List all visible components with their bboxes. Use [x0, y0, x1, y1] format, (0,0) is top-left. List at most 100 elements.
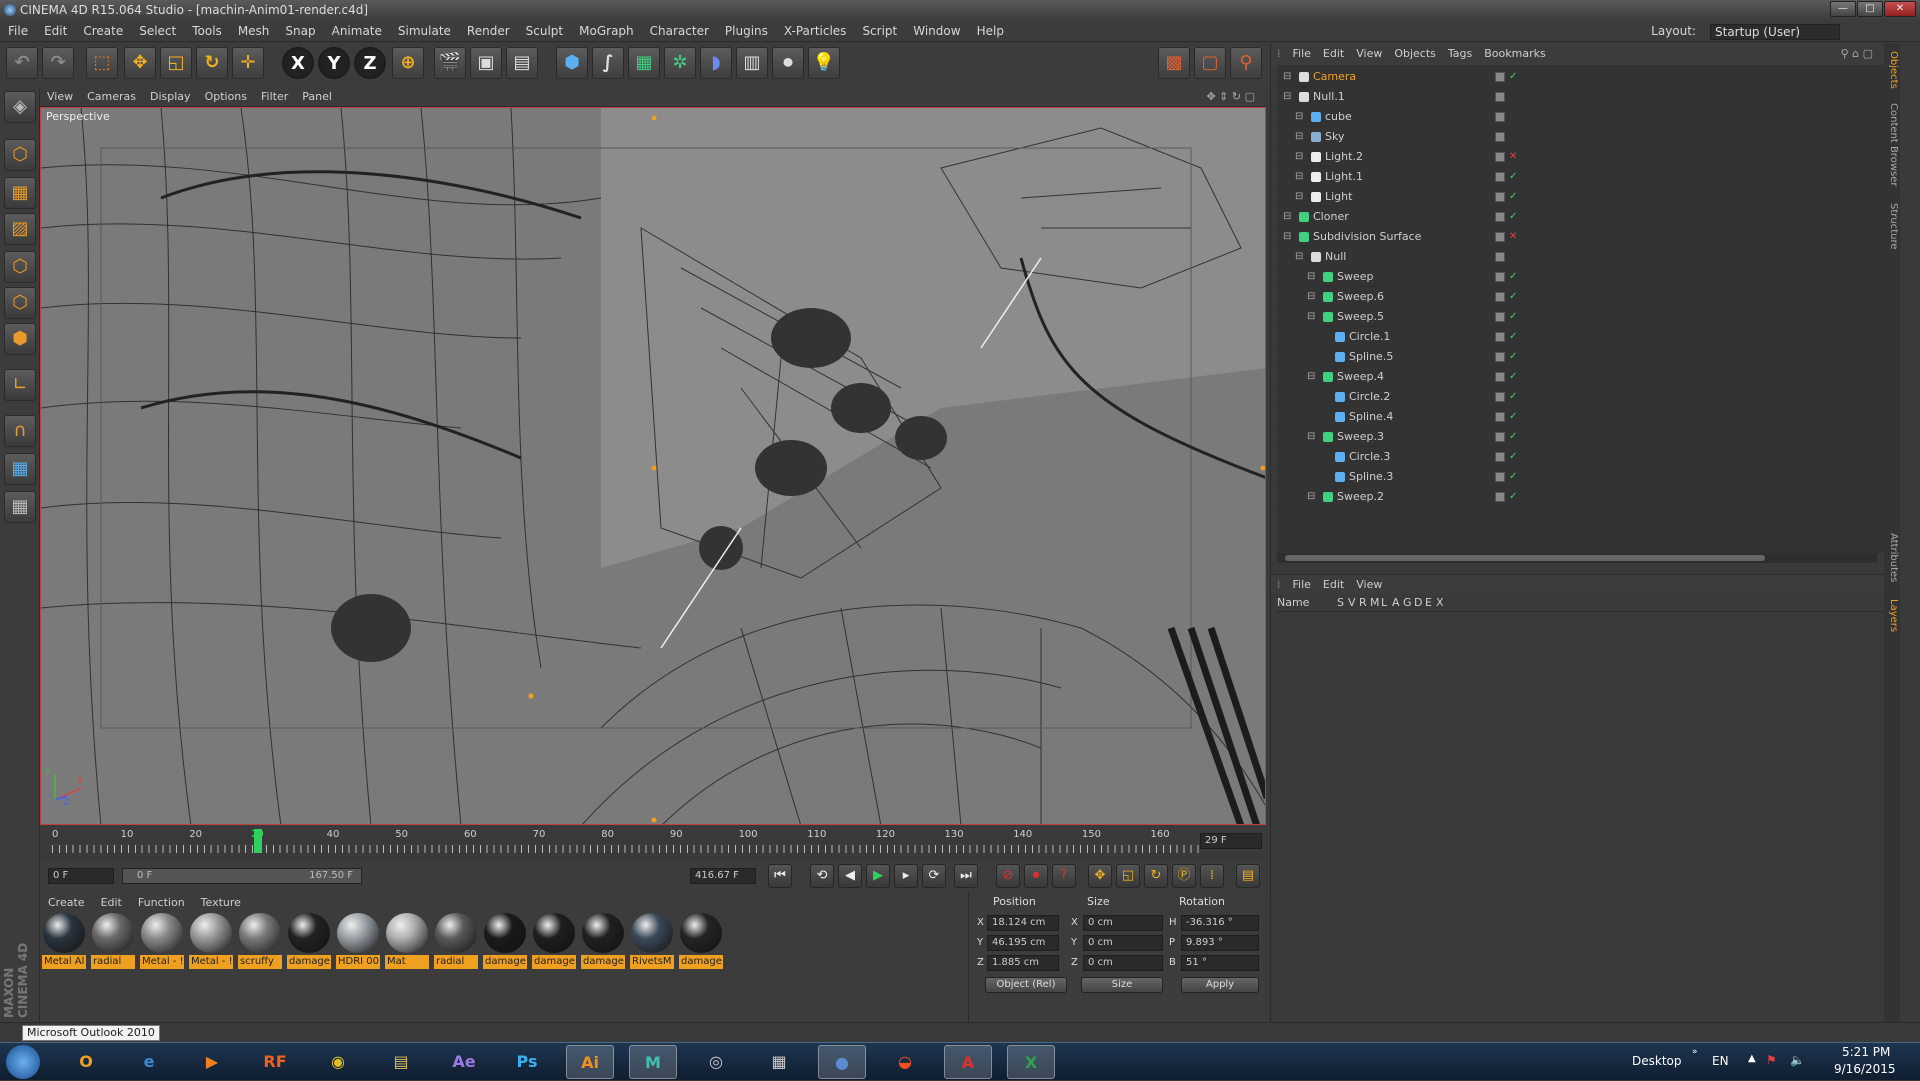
layer-column-header[interactable]: V [1348, 594, 1356, 612]
position-y-field[interactable]: 46.195 cm [987, 935, 1059, 951]
object-row[interactable]: ⊟ Sweep ✓ [1277, 267, 1877, 287]
snap-magnet-icon[interactable]: ∩ [4, 415, 36, 447]
expand-toggle-icon[interactable]: ⊟ [1295, 247, 1303, 267]
material-swatch[interactable]: radial [91, 913, 135, 971]
cloner-icon[interactable]: ✲ [664, 47, 696, 79]
keyframe-selection-icon[interactable]: ? [1052, 864, 1076, 888]
menu-create[interactable]: Create [75, 20, 131, 42]
unity-icon[interactable]: ▦ [755, 1045, 803, 1079]
layout-dropdown[interactable]: Startup (User) [1710, 23, 1840, 40]
layer-flag-icon[interactable] [1495, 332, 1505, 342]
visibility-toggle[interactable]: ✓ [1509, 327, 1517, 347]
object-menu-objects[interactable]: Objects [1388, 43, 1442, 65]
start-orb-icon[interactable] [6, 1045, 40, 1079]
size-z-field[interactable]: 0 cm [1083, 955, 1163, 971]
expand-toggle-icon[interactable]: ⊟ [1307, 267, 1315, 287]
layer-flag-icon[interactable] [1495, 212, 1505, 222]
material-swatch[interactable]: RivetsM [630, 913, 674, 971]
cube-primitive-icon[interactable]: ⬢ [556, 47, 588, 79]
key-position-icon[interactable]: ✥ [1088, 864, 1112, 888]
side-tab-attributes[interactable]: Attributes [1885, 533, 1899, 582]
transform-tool-icon[interactable]: ✛ [232, 47, 264, 79]
current-frame-field[interactable]: 29 F [1200, 833, 1262, 849]
expand-toggle-icon[interactable]: ⊟ [1283, 207, 1291, 227]
object-row[interactable]: Circle.2 ✓ [1277, 387, 1877, 407]
object-menu-file[interactable]: File [1287, 43, 1317, 65]
viewport-menu-options[interactable]: Options [198, 87, 254, 107]
interactive-render-icon[interactable]: ▢ [1194, 47, 1226, 79]
play-icon[interactable]: ▶ [866, 864, 890, 888]
expand-toggle-icon[interactable]: ⊟ [1295, 127, 1303, 147]
key-pla-icon[interactable]: ⁞ [1200, 864, 1224, 888]
menu-snap[interactable]: Snap [277, 20, 323, 42]
layer-flag-icon[interactable] [1495, 352, 1505, 362]
material-swatch[interactable]: scruffy [238, 913, 282, 971]
material-swatch[interactable]: damage [287, 913, 331, 971]
acrobat-icon[interactable]: A [944, 1045, 992, 1079]
y-axis-lock-button[interactable]: Y [318, 47, 350, 79]
menu-help[interactable]: Help [969, 20, 1012, 42]
language-indicator[interactable]: EN [1712, 1054, 1729, 1068]
object-row[interactable]: ⊟ Sweep.5 ✓ [1277, 307, 1877, 327]
realflow-icon[interactable]: RF [251, 1045, 299, 1079]
object-row[interactable]: Spline.4 ✓ [1277, 407, 1877, 427]
layer-menu-view[interactable]: View [1350, 575, 1388, 595]
object-menu-bookmarks[interactable]: Bookmarks [1478, 43, 1551, 65]
layer-flag-icon[interactable] [1495, 312, 1505, 322]
timeline[interactable]: 0102029405060708090100110120130140150160… [40, 827, 1266, 861]
autokey-icon[interactable]: ⏺ [1024, 864, 1048, 888]
frame-range-slider[interactable]: 0 F 167.50 F [122, 868, 362, 884]
make-editable-icon[interactable]: ◈ [4, 91, 36, 123]
camera-object-icon[interactable]: ⏺ [772, 47, 804, 79]
visibility-toggle[interactable]: ✓ [1509, 187, 1517, 207]
visibility-toggle[interactable]: ✓ [1509, 267, 1517, 287]
floor-icon[interactable]: ▥ [736, 47, 768, 79]
visibility-toggle[interactable]: ✕ [1509, 227, 1517, 247]
go-to-start-icon[interactable]: ⏮ [768, 864, 792, 888]
side-tab-layers[interactable]: Layers [1885, 599, 1899, 632]
object-row[interactable]: ⊟ Subdivision Surface ✕ [1277, 227, 1877, 247]
object-row[interactable]: ⊟ Sweep.4 ✓ [1277, 367, 1877, 387]
magnifier-icon[interactable]: ⚲ [1230, 47, 1262, 79]
visibility-toggle[interactable]: ✓ [1509, 467, 1517, 487]
object-menu-edit[interactable]: Edit [1317, 43, 1350, 65]
tray-expand-icon[interactable]: ▲ [1748, 1053, 1756, 1064]
object-row[interactable]: ⊟ Sweep.3 ✓ [1277, 427, 1877, 447]
object-row[interactable]: Spline.5 ✓ [1277, 347, 1877, 367]
visibility-toggle[interactable]: ✓ [1509, 167, 1517, 187]
object-row[interactable]: ⊟ Light.2 ✕ [1277, 147, 1877, 167]
expand-toggle-icon[interactable]: ⊟ [1283, 87, 1291, 107]
layer-column-header[interactable]: G [1403, 594, 1412, 612]
layer-column-header[interactable]: X [1436, 594, 1444, 612]
layer-column-header[interactable]: A [1392, 594, 1400, 612]
key-parameter-icon[interactable]: Ⓟ [1172, 864, 1196, 888]
position-x-field[interactable]: 18.124 cm [987, 915, 1059, 931]
side-tab-objects[interactable]: Objects [1885, 51, 1899, 89]
workplane-lock-icon[interactable]: ▦ [4, 453, 36, 485]
layer-flag-icon[interactable] [1495, 432, 1505, 442]
texture-mode-icon[interactable]: ▦ [4, 177, 36, 209]
layer-flag-icon[interactable] [1495, 472, 1505, 482]
viewport-menu-panel[interactable]: Panel [295, 87, 339, 107]
previous-frame-icon[interactable]: ◀ [838, 864, 862, 888]
key-scale-icon[interactable]: ◱ [1116, 864, 1140, 888]
menu-select[interactable]: Select [131, 20, 184, 42]
object-search-icon[interactable]: ⚲ ⌂ ▢ [1835, 43, 1879, 65]
explorer-icon[interactable]: ▤ [377, 1045, 425, 1079]
material-swatch[interactable]: Metal Al [42, 913, 86, 971]
render-picture-viewer-icon[interactable]: ▣ [470, 47, 502, 79]
excel-icon[interactable]: X [1007, 1045, 1055, 1079]
layer-column-header[interactable]: Name [1277, 594, 1309, 612]
scale-tool-icon[interactable]: ◱ [160, 47, 192, 79]
start-frame-field[interactable]: 0 F [48, 868, 114, 884]
timeline-window-icon[interactable]: ▤ [1236, 864, 1260, 888]
after-effects-icon[interactable]: Ae [440, 1045, 488, 1079]
world-coordinate-icon[interactable]: ⊕ [392, 47, 424, 79]
maya-icon[interactable]: M [629, 1045, 677, 1079]
layer-column-header[interactable]: E [1425, 594, 1432, 612]
layer-flag-icon[interactable] [1495, 152, 1505, 162]
expand-toggle-icon[interactable]: ⊟ [1283, 67, 1291, 87]
object-row[interactable]: Circle.3 ✓ [1277, 447, 1877, 467]
ie-icon[interactable]: e [125, 1045, 173, 1079]
material-menu-edit[interactable]: Edit [93, 893, 130, 913]
